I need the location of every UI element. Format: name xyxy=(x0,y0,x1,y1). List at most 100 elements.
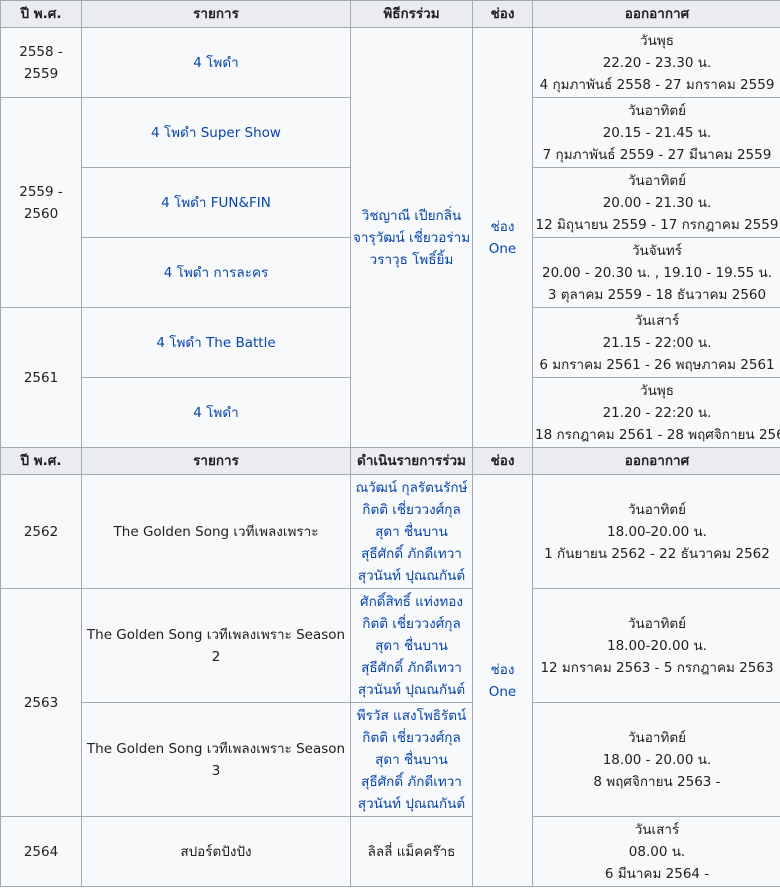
broadcast-dates: 18 กรกฎาคม 2561 - 28 พฤศจิกายน 2561 xyxy=(535,426,780,443)
program-link[interactable]: 4 โพดำ xyxy=(81,377,351,448)
broadcast-dates: 3 ตุลาคม 2559 - 18 ธันวาคม 2560 xyxy=(547,286,767,303)
broadcast-cell: วันเสาร์ 21.15 - 22:00 น. 6 มกราคม 2561 … xyxy=(532,307,780,378)
broadcast-day: วันอาทิตย์ xyxy=(627,501,687,518)
broadcast-day: วันอาทิตย์ xyxy=(627,615,687,632)
broadcast-dates: 6 มกราคม 2561 - 26 พฤษภาคม 2561 xyxy=(539,356,775,373)
header-cohosts: ดำเนินรายการร่วม xyxy=(350,447,473,475)
program-name: The Golden Song เวทีเพลงเพราะ Season 3 xyxy=(81,702,351,817)
year-cell: 2559 - 2560 xyxy=(0,97,82,308)
broadcast-cell: วันอาทิตย์ 20.00 - 21.30 น. 12 มิถุนายน … xyxy=(532,167,780,238)
program-name: The Golden Song เวทีเพลงเพราะ xyxy=(81,474,351,589)
host-link[interactable]: สุธีศักดิ์ ภักดีเทวา xyxy=(353,771,470,793)
broadcast-time: 18.00-20.00 น. xyxy=(607,637,707,654)
host-name: ลิลลี่ แม็คคร๊าธ xyxy=(367,843,456,860)
broadcast-cell: วันพุธ 22.20 - 23.30 น. 4 กุมภาพันธ์ 255… xyxy=(532,27,780,98)
program-link[interactable]: 4 โพดำ Super Show xyxy=(81,97,351,168)
broadcast-day: วันจันทร์ xyxy=(631,242,683,259)
broadcast-day: วันเสาร์ xyxy=(634,312,680,329)
host-link[interactable]: กิตติ เชี่ยววงศ์กุล xyxy=(353,499,470,521)
broadcast-day: วันพุธ xyxy=(640,382,674,399)
broadcast-time: 08.00 น. xyxy=(628,843,686,860)
program-link[interactable]: 4 โพดำ xyxy=(81,27,351,98)
broadcast-dates: 12 มิถุนายน 2559 - 17 กรกฎาคม 2559 xyxy=(535,216,779,233)
program-link[interactable]: 4 โพดำ FUN&FIN xyxy=(81,167,351,238)
cohosts-cell: พีรวัส แสงโพธิรัตน์ กิตติ เชี่ยววงศ์กุล … xyxy=(350,702,473,817)
program-name: สปอร์ตปังปัง xyxy=(81,816,351,887)
host-link[interactable]: สุดา ชื่นบาน xyxy=(353,749,470,771)
channel-link[interactable]: ช่อง One xyxy=(472,474,533,887)
broadcast-day: วันอาทิตย์ xyxy=(627,729,687,746)
header-year: ปี พ.ศ. xyxy=(0,0,82,28)
broadcast-day: วันอาทิตย์ xyxy=(627,172,687,189)
host-link[interactable]: สุธีศักดิ์ ภักดีเทวา xyxy=(353,543,470,565)
broadcast-time: 20.00 - 21.30 น. xyxy=(602,194,712,211)
broadcast-time: 20.15 - 21.45 น. xyxy=(602,124,712,141)
host-link[interactable]: สุวนันท์ ปุณณกันต์ xyxy=(353,793,470,815)
broadcast-day: วันอาทิตย์ xyxy=(627,102,687,119)
year-cell: 2558 - 2559 xyxy=(0,27,82,98)
host-link[interactable]: สุวนันท์ ปุณณกันต์ xyxy=(353,679,470,701)
cohosts-cell: วิชญาณี เปียกลิ่น จารุวัฒน์ เชี่ยวอร่าม … xyxy=(350,27,473,448)
header-program: รายการ xyxy=(81,0,351,28)
broadcast-time: 18.00-20.00 น. xyxy=(607,523,707,540)
broadcast-cell: วันอาทิตย์ 20.15 - 21.45 น. 7 กุมภาพันธ์… xyxy=(532,97,780,168)
host-link[interactable]: จารุวัฒน์ เชี่ยวอร่าม xyxy=(353,227,470,249)
host-link[interactable]: ศักดิ์สิทธิ์ แท่งทอง xyxy=(353,591,470,613)
broadcast-cell: วันเสาร์ 08.00 น. 6 มีนาคม 2564 - xyxy=(532,816,780,887)
header-broadcast: ออกอากาศ xyxy=(532,0,780,28)
broadcast-time: 20.00 - 20.30 น. , 19.10 - 19.55 น. xyxy=(542,264,772,281)
broadcast-day: วันเสาร์ xyxy=(634,821,680,838)
table1-header-row: ปี พ.ศ. รายการ พิธีกรร่วม ช่อง ออกอากาศ xyxy=(0,0,780,28)
header-channel: ช่อง xyxy=(472,0,533,28)
table-row: 2562 The Golden Song เวทีเพลงเพราะ ณวัฒน… xyxy=(0,474,780,887)
broadcast-time: 21.15 - 22:00 น. xyxy=(602,334,712,351)
broadcast-cell: วันอาทิตย์ 18.00-20.00 น. 1 กันยายน 2562… xyxy=(532,474,780,589)
host-link[interactable]: วิชญาณี เปียกลิ่น xyxy=(353,205,470,227)
host-link[interactable]: กิตติ เชี่ยววงศ์กุล xyxy=(353,727,470,749)
table-row: 2564 สปอร์ตปังปัง ลิลลี่ แม็คคร๊าธ วันเส… xyxy=(0,816,780,887)
header-year: ปี พ.ศ. xyxy=(0,447,82,475)
header-channel: ช่อง xyxy=(472,447,533,475)
host-link[interactable]: กิตติ เชี่ยววงศ์กุล xyxy=(353,613,470,635)
program-link[interactable]: 4 โพดำ The Battle xyxy=(81,307,351,378)
table-row: 2563 The Golden Song เวทีเพลงเพราะ Seaso… xyxy=(0,588,780,817)
header-program: รายการ xyxy=(81,447,351,475)
table-row: 2558 - 2559 4 โพดำ วิชญาณี เปียกลิ่น จาร… xyxy=(0,27,780,448)
broadcast-dates: 7 กุมภาพันธ์ 2559 - 27 มีนาคม 2559 xyxy=(542,146,772,163)
broadcast-time: 18.00 - 20.00 น. xyxy=(602,751,712,768)
broadcast-cell: วันอาทิตย์ 18.00 - 20.00 น. 8 พฤศจิกายน … xyxy=(532,702,780,817)
host-link[interactable]: พีรวัส แสงโพธิรัตน์ xyxy=(353,705,470,727)
broadcast-dates: 1 กันยายน 2562 - 22 ธันวาคม 2562 xyxy=(544,545,770,562)
host-link[interactable]: วราวุธ โพธิ์ยิ้ม xyxy=(353,249,470,271)
host-link[interactable]: สุธีศักดิ์ ภักดีเทวา xyxy=(353,657,470,679)
program-name: The Golden Song เวทีเพลงเพราะ Season 2 xyxy=(81,588,351,703)
program-table: ปี พ.ศ. รายการ พิธีกรร่วม ช่อง ออกอากาศ … xyxy=(0,0,780,887)
year-cell: 2561 xyxy=(0,307,82,448)
broadcast-time: 21.20 - 22:20 น. xyxy=(602,404,712,421)
broadcast-dates: 12 มกราคม 2563 - 5 กรกฎาคม 2563 xyxy=(540,659,774,676)
broadcast-cell: วันอาทิตย์ 18.00-20.00 น. 12 มกราคม 2563… xyxy=(532,588,780,703)
broadcast-day: วันพุธ xyxy=(640,32,674,49)
host-link[interactable]: สุวนันท์ ปุณณกันต์ xyxy=(353,565,470,587)
host-link[interactable]: สุดา ชื่นบาน xyxy=(353,521,470,543)
header-cohosts: พิธีกรร่วม xyxy=(350,0,473,28)
broadcast-time: 22.20 - 23.30 น. xyxy=(602,54,712,71)
broadcast-cell: วันพุธ 21.20 - 22:20 น. 18 กรกฎาคม 2561 … xyxy=(532,377,780,448)
table2-header-row: ปี พ.ศ. รายการ ดำเนินรายการร่วม ช่อง ออก… xyxy=(0,447,780,475)
broadcast-dates: 6 มีนาคม 2564 - xyxy=(604,865,710,882)
header-broadcast: ออกอากาศ xyxy=(532,447,780,475)
year-cell: 2564 xyxy=(0,816,82,887)
year-cell: 2563 xyxy=(0,588,82,817)
table-row: The Golden Song เวทีเพลงเพราะ Season 3 พ… xyxy=(1,702,780,817)
program-link[interactable]: 4 โพดำ การละคร xyxy=(81,237,351,308)
broadcast-dates: 4 กุมภาพันธ์ 2558 - 27 มกราคม 2559 xyxy=(539,76,775,93)
broadcast-dates: 8 พฤศจิกายน 2563 - xyxy=(593,773,721,790)
channel-link[interactable]: ช่อง One xyxy=(472,27,533,448)
host-link[interactable]: สุดา ชื่นบาน xyxy=(353,635,470,657)
cohosts-cell: ลิลลี่ แม็คคร๊าธ xyxy=(350,816,473,887)
host-link[interactable]: ณวัฒน์ กุลรัตนรักษ์ xyxy=(353,477,470,499)
year-cell: 2562 xyxy=(0,474,82,589)
broadcast-cell: วันจันทร์ 20.00 - 20.30 น. , 19.10 - 19.… xyxy=(532,237,780,308)
cohosts-cell: ณวัฒน์ กุลรัตนรักษ์ กิตติ เชี่ยววงศ์กุล … xyxy=(350,474,473,589)
cohosts-cell: ศักดิ์สิทธิ์ แท่งทอง กิตติ เชี่ยววงศ์กุล… xyxy=(350,588,473,703)
